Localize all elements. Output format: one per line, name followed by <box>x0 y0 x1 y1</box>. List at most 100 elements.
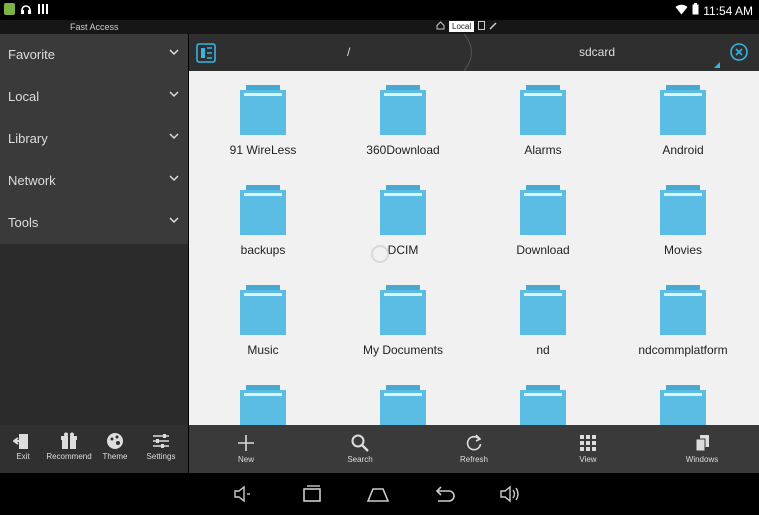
chevron-down-icon <box>169 49 179 56</box>
sidebar-item-tools[interactable]: Tools <box>0 202 188 245</box>
folder-icon <box>520 185 566 235</box>
wifi-icon <box>675 4 688 18</box>
folder-item[interactable] <box>193 371 333 425</box>
plus-icon <box>238 435 254 451</box>
path-segment-root[interactable]: / <box>347 45 350 59</box>
sidebar-item-label: Tools <box>8 215 39 230</box>
chevron-down-icon <box>169 217 179 224</box>
folder-icon <box>240 185 286 235</box>
theme-label: Theme <box>102 452 128 461</box>
gift-icon <box>61 432 77 449</box>
back-icon[interactable] <box>432 483 456 505</box>
folder-item[interactable]: DCIM <box>333 171 473 271</box>
view-button[interactable]: View <box>531 427 645 471</box>
folder-icon <box>380 285 426 335</box>
sidebar-item-label: Library <box>8 131 48 146</box>
folder-item[interactable]: Alarms <box>473 71 613 171</box>
exit-label: Exit <box>16 452 30 461</box>
storage-icon[interactable] <box>194 41 218 65</box>
folder-icon <box>240 85 286 135</box>
folder-item[interactable]: Movies <box>613 171 753 271</box>
folder-item[interactable]: ndcommplatform <box>613 271 753 371</box>
folder-item[interactable]: 91 WireLess <box>193 71 333 171</box>
theme-button[interactable]: Theme <box>92 427 138 471</box>
grid-icon <box>580 435 596 451</box>
close-icon[interactable] <box>729 42 749 62</box>
home-nav-icon[interactable] <box>366 483 390 505</box>
folder-item[interactable]: Music <box>193 271 333 371</box>
folder-name: 91 WireLess <box>229 143 297 157</box>
palette-icon <box>107 433 123 449</box>
folder-name: 360Download <box>366 143 440 157</box>
folder-icon <box>380 185 426 235</box>
sidebar-item-local[interactable]: Local <box>0 76 188 119</box>
file-grid: 91 WireLess 360Download Alarms Android b… <box>189 71 759 425</box>
local-tab-tag[interactable]: Local <box>449 21 475 32</box>
folder-item[interactable] <box>613 371 753 425</box>
folder-item[interactable]: Android <box>613 71 753 171</box>
refresh-label: Refresh <box>459 455 488 464</box>
clock-time: 11:54 AM <box>703 3 753 18</box>
sliders-icon <box>153 434 169 448</box>
folder-item[interactable]: Download <box>473 171 613 271</box>
dropdown-corner-icon <box>714 62 720 68</box>
path-bar: / sdcard <box>189 34 759 71</box>
header-strip: Fast Access Local <box>0 20 759 34</box>
loading-spinner-icon <box>371 245 389 263</box>
folder-name: ndcommplatform <box>638 343 728 357</box>
settings-button[interactable]: Settings <box>138 427 184 471</box>
folder-icon <box>240 285 286 335</box>
search-icon <box>351 434 369 452</box>
folder-name: nd <box>536 343 550 357</box>
exit-button[interactable]: Exit <box>0 427 46 471</box>
search-button[interactable]: Search <box>303 427 417 471</box>
sidebar-item-label: Local <box>8 89 40 104</box>
folder-icon <box>520 285 566 335</box>
volume-up-icon[interactable] <box>498 483 522 505</box>
folder-icon <box>660 185 706 235</box>
app-notification-icon <box>4 3 15 15</box>
folder-item[interactable] <box>473 371 613 425</box>
folder-name: Download <box>516 243 570 257</box>
barcode-icon <box>37 3 49 18</box>
folder-item[interactable] <box>333 371 473 425</box>
chevron-down-icon <box>169 175 179 182</box>
device-icon <box>478 21 486 32</box>
folder-icon <box>520 385 566 425</box>
bottom-toolbar: New Search Refresh View Windows <box>189 425 759 473</box>
folder-item[interactable]: My Documents <box>333 271 473 371</box>
sidebar-item-network[interactable]: Network <box>0 160 188 203</box>
pencil-icon <box>489 21 497 32</box>
folder-item[interactable]: 360Download <box>333 71 473 171</box>
folder-icon <box>380 385 426 425</box>
settings-label: Settings <box>146 452 176 461</box>
sidebar-bottom-bar: Exit Recommend Theme Settings <box>0 425 188 473</box>
headphones-icon <box>20 3 32 18</box>
folder-icon <box>240 385 286 425</box>
path-separator-icon <box>463 34 472 71</box>
path-segment-sdcard[interactable]: sdcard <box>579 45 615 59</box>
search-label: Search <box>347 455 373 464</box>
new-button[interactable]: New <box>189 427 303 471</box>
system-nav-bar <box>0 473 759 515</box>
folder-icon <box>660 285 706 335</box>
folder-icon <box>660 85 706 135</box>
volume-down-icon[interactable] <box>232 483 256 505</box>
windows-button[interactable]: Windows <box>645 427 759 471</box>
folder-name: Music <box>247 343 279 357</box>
folder-icon <box>520 85 566 135</box>
new-label: New <box>237 455 254 464</box>
view-label: View <box>579 455 597 464</box>
sidebar-item-favorite[interactable]: Favorite <box>0 34 188 77</box>
refresh-button[interactable]: Refresh <box>417 427 531 471</box>
recommend-button[interactable]: Recommend <box>46 427 92 471</box>
folder-name: Movies <box>663 243 702 257</box>
refresh-icon <box>466 434 482 451</box>
recent-apps-icon[interactable] <box>300 483 324 505</box>
folder-icon <box>660 385 706 425</box>
status-bar: 11:54 AM <box>0 0 759 20</box>
sidebar-item-library[interactable]: Library <box>0 118 188 161</box>
folder-item[interactable]: backups <box>193 171 333 271</box>
folder-item[interactable]: nd <box>473 271 613 371</box>
folder-name: DCIM <box>387 243 419 257</box>
